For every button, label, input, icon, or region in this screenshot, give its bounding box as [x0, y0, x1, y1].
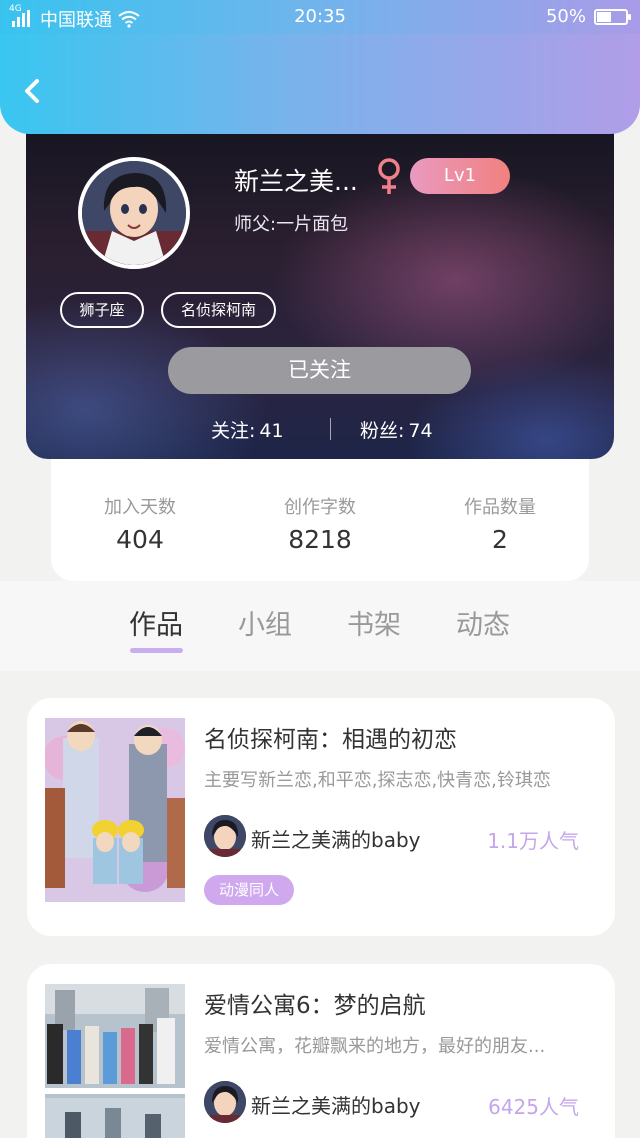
- stat-value: 2: [492, 525, 508, 554]
- work-card[interactable]: 名侦探柯南：相遇的初恋 主要写新兰恋,和平恋,探志恋,快青恋,铃琪恋 新兰之美满…: [27, 698, 615, 936]
- tabs-bar: 作品 小组 书架 动态: [0, 581, 640, 671]
- status-time: 20:35: [294, 6, 346, 27]
- work-title[interactable]: 爱情公寓6：梦的启航: [204, 986, 426, 1020]
- tab-indicator: [130, 648, 183, 653]
- stat-label: 加入天数: [104, 497, 176, 518]
- master-label: 师父:一片面包: [234, 214, 349, 235]
- author-name[interactable]: 新兰之美满的baby: [251, 824, 420, 853]
- stat-label: 作品数量: [464, 497, 536, 518]
- avatar-image: [82, 161, 186, 265]
- tag-zodiac[interactable]: 狮子座: [60, 292, 144, 328]
- profile-card: 新兰之美... Lv1 师父:一片面包 狮子座 名侦探柯南 已关注 关注: 41 …: [26, 110, 614, 459]
- fans-value: 74: [408, 420, 433, 442]
- work-cover[interactable]: [45, 718, 185, 902]
- stat-label: 创作字数: [284, 497, 356, 518]
- author-avatar[interactable]: [204, 1081, 246, 1123]
- tag-interest[interactable]: 名侦探柯南: [161, 292, 276, 328]
- author-avatar-image: [204, 1081, 246, 1123]
- following-count[interactable]: 关注: 41: [211, 416, 284, 443]
- stat-word-count: 创作字数 8218: [240, 493, 400, 554]
- tab-works[interactable]: 作品: [129, 603, 183, 642]
- follow-stats: 关注: 41 粉丝: 74: [26, 416, 614, 444]
- fans-count[interactable]: 粉丝: 74: [360, 416, 433, 443]
- work-title[interactable]: 名侦探柯南：相遇的初恋: [204, 720, 457, 754]
- battery-percent: 50%: [545, 6, 586, 27]
- work-description: 爱情公寓，花瓣飘来的地方，最好的朋友...: [204, 1036, 546, 1057]
- following-value: 41: [259, 420, 284, 442]
- fans-label: 粉丝:: [360, 420, 405, 442]
- status-bar: 4G 中国联通 20:35 50%: [0, 0, 640, 34]
- following-label: 关注:: [211, 420, 256, 442]
- header-bar: [0, 34, 640, 134]
- work-cover[interactable]: [45, 984, 185, 1138]
- cover-image: [45, 718, 185, 902]
- category-tag[interactable]: 动漫同人: [204, 875, 295, 905]
- female-icon: [378, 158, 400, 194]
- stats-card: 加入天数 404 创作字数 8218 作品数量 2: [51, 459, 589, 581]
- chevron-left-icon: [25, 79, 39, 103]
- popularity: 6425人气: [488, 1095, 579, 1119]
- username: 新兰之美...: [234, 167, 358, 196]
- battery-icon: [594, 8, 631, 25]
- tab-groups[interactable]: 小组: [238, 603, 292, 642]
- author-name[interactable]: 新兰之美满的baby: [251, 1090, 420, 1119]
- back-button[interactable]: [18, 76, 48, 106]
- stat-join-days: 加入天数 404: [60, 493, 220, 554]
- popularity: 1.1万人气: [487, 829, 579, 853]
- avatar[interactable]: [78, 157, 190, 269]
- stat-value: 8218: [288, 525, 352, 554]
- work-card[interactable]: 爱情公寓6：梦的启航 爱情公寓，花瓣飘来的地方，最好的朋友... 新兰之美满的b…: [27, 964, 615, 1138]
- tab-bookshelf[interactable]: 书架: [347, 603, 401, 642]
- follow-button[interactable]: 已关注: [168, 347, 471, 394]
- stat-work-count: 作品数量 2: [420, 493, 580, 554]
- tab-activity[interactable]: 动态: [456, 603, 510, 642]
- work-description: 主要写新兰恋,和平恋,探志恋,快青恋,铃琪恋: [204, 770, 551, 791]
- divider: [330, 418, 331, 440]
- battery-level: [597, 11, 611, 22]
- level-badge: Lv1: [410, 158, 510, 194]
- cover-image: [45, 984, 185, 1138]
- author-avatar[interactable]: [204, 815, 246, 857]
- author-avatar-image: [204, 815, 246, 857]
- stat-value: 404: [116, 525, 164, 554]
